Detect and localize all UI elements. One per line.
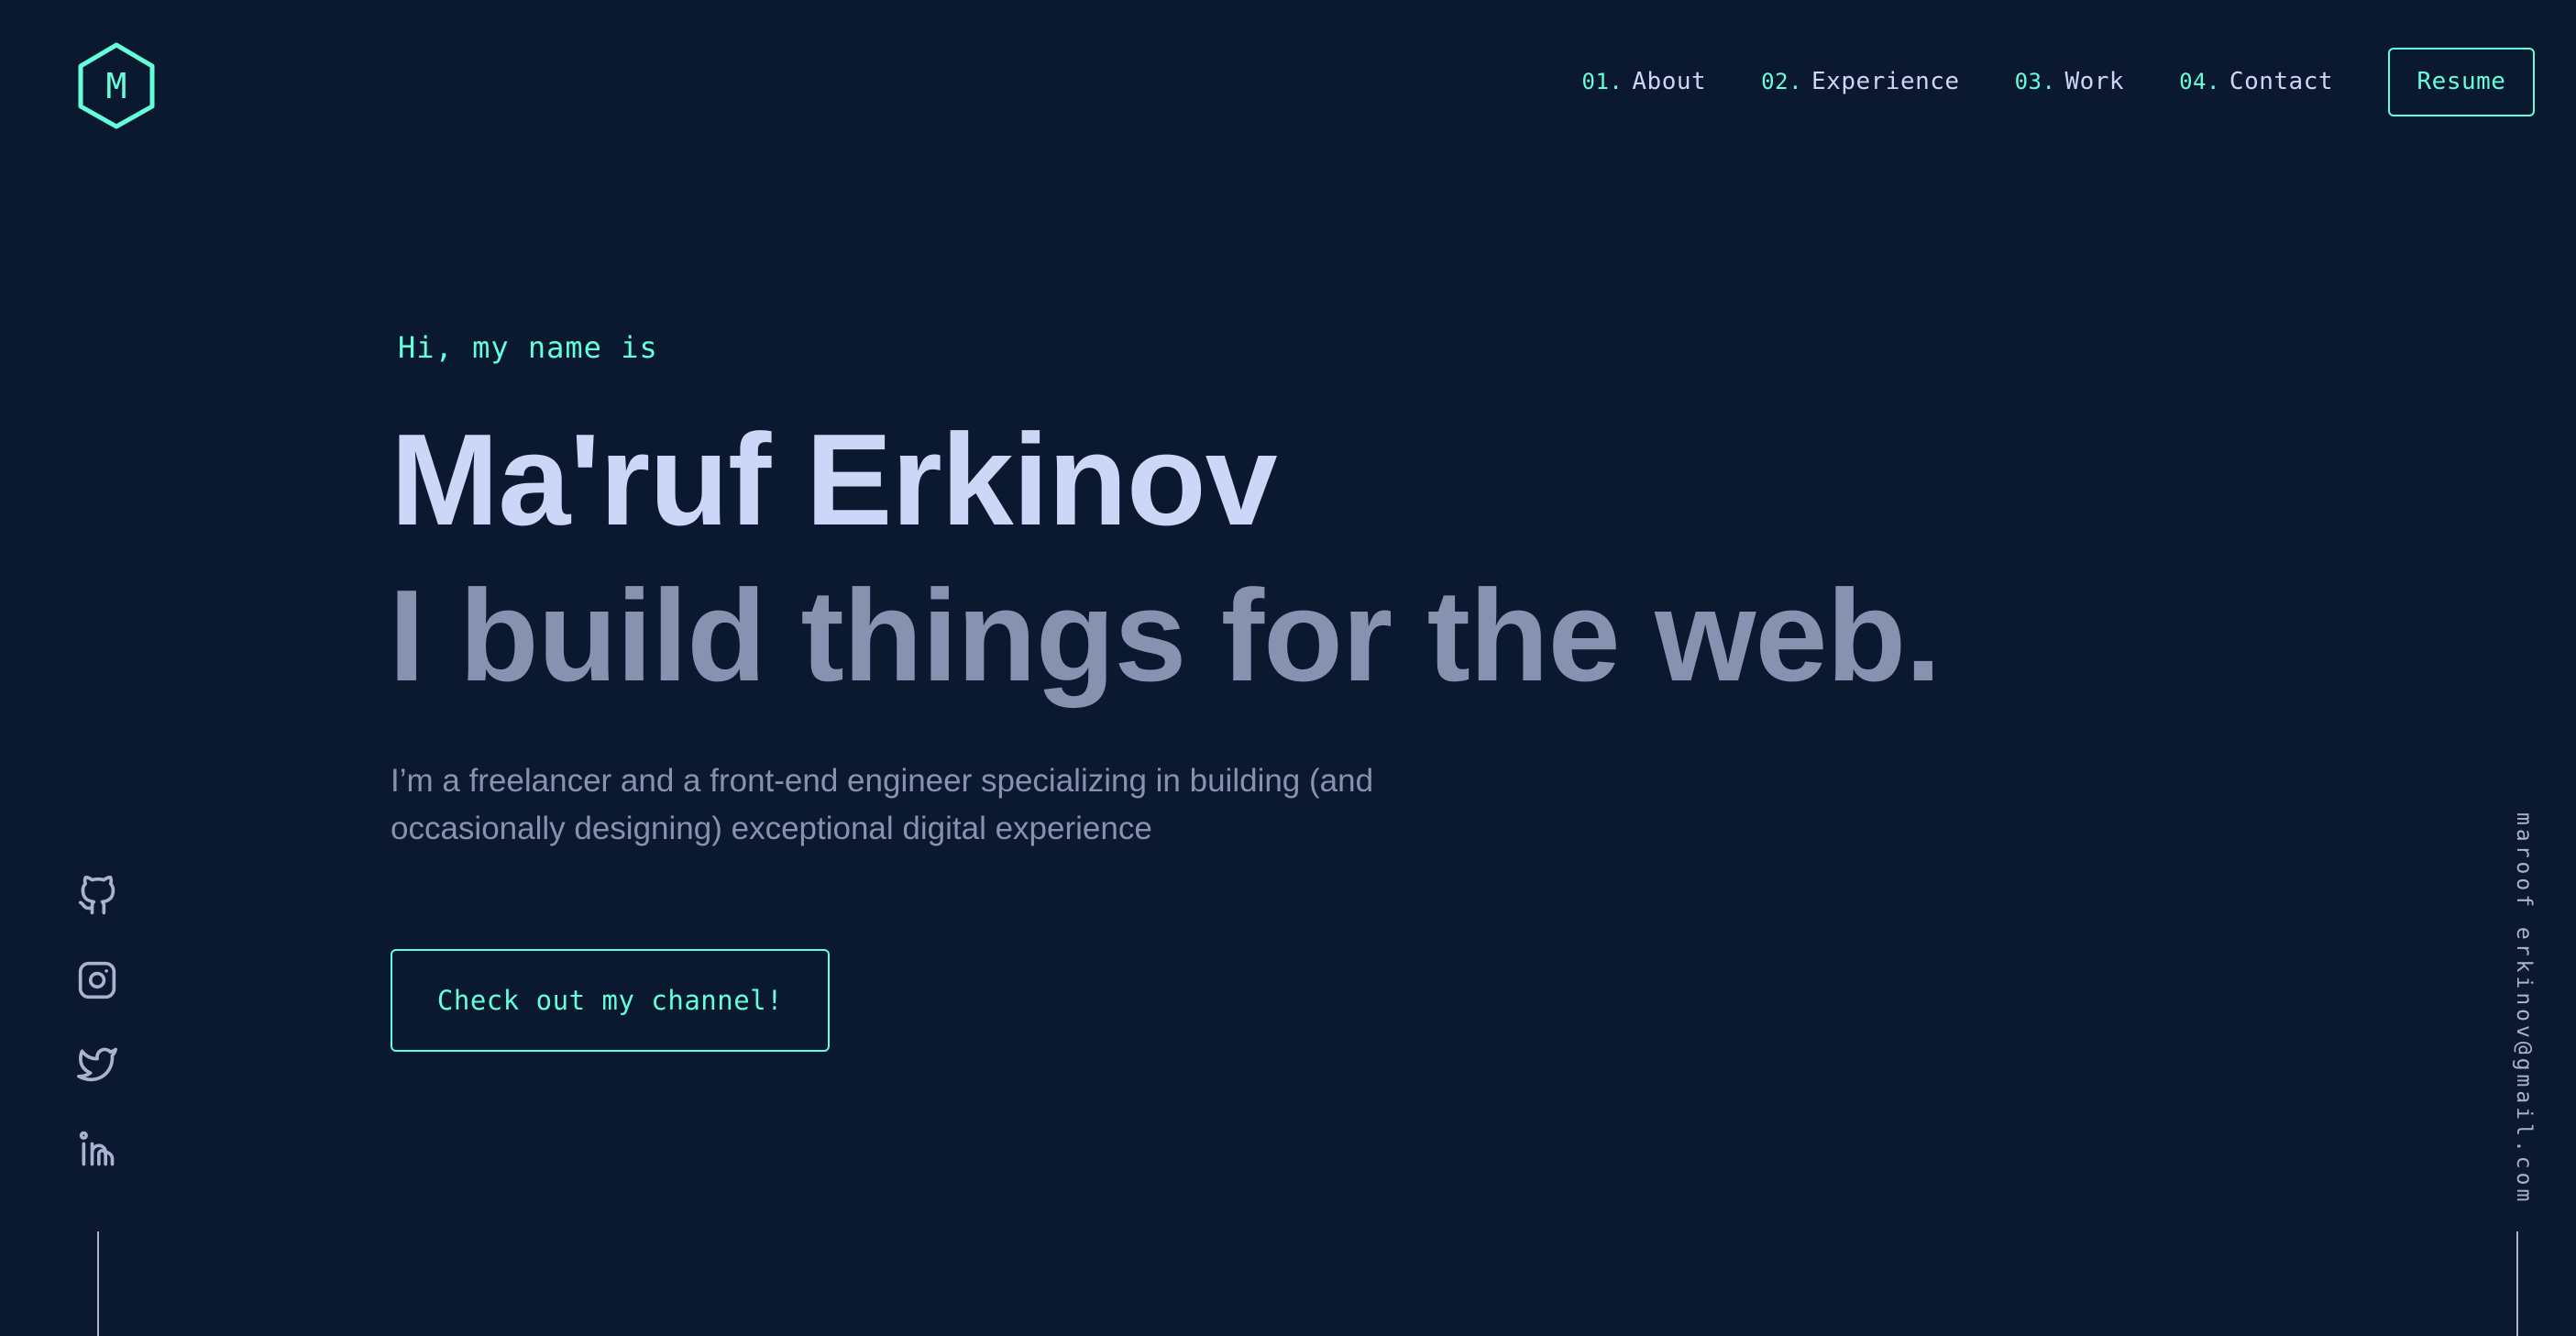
linkedin-icon: [79, 1131, 115, 1166]
nav-number: 03.: [2014, 69, 2056, 94]
home-logo-link[interactable]: M: [75, 41, 158, 130]
right-vertical-line: [2516, 1231, 2518, 1336]
linkedin-link[interactable]: [77, 1129, 117, 1169]
nav-label: Work: [2064, 68, 2125, 95]
resume-button[interactable]: Resume: [2388, 47, 2535, 116]
hero-greeting: Hi, my name is: [398, 330, 658, 365]
github-link[interactable]: [77, 876, 117, 916]
instagram-link[interactable]: [77, 960, 117, 1000]
nav-item-contact[interactable]: 04. Contact: [2179, 68, 2333, 95]
instagram-icon: [78, 961, 116, 999]
channel-cta-button[interactable]: Check out my channel!: [391, 949, 830, 1052]
logo-letter: M: [106, 66, 127, 106]
hero-intro: I’m a freelancer and a front-end enginee…: [391, 763, 1374, 846]
github-icon: [78, 876, 116, 915]
social-links: [75, 876, 119, 1213]
nav-item-experience[interactable]: 02. Experience: [1761, 68, 1959, 95]
nav-label: Experience: [1811, 68, 1960, 95]
nav-item-work[interactable]: 03. Work: [2015, 68, 2124, 95]
nav-number: 02.: [1761, 69, 1803, 94]
twitter-link[interactable]: [77, 1044, 117, 1085]
email-link[interactable]: maroof erkinov@gmail.com: [2499, 812, 2536, 1205]
main-nav: 01. About 02. Experience 03. Work 04. Co…: [1527, 46, 2535, 117]
email-text: maroof erkinov@gmail.com: [2512, 812, 2536, 1206]
hero-tagline: I build things for the web.: [389, 563, 1942, 709]
nav-label: Contact: [2229, 68, 2333, 95]
nav-item-about[interactable]: 01. About: [1582, 68, 1707, 95]
left-vertical-line: [97, 1231, 99, 1336]
hexagon-logo-icon: M: [78, 42, 155, 129]
hero-name: Ma'ruf Erkinov: [391, 407, 1278, 553]
twitter-icon: [77, 1047, 117, 1082]
nav-number: 01.: [1581, 69, 1624, 94]
nav-number: 04.: [2179, 69, 2220, 94]
nav-label: About: [1632, 68, 1707, 95]
